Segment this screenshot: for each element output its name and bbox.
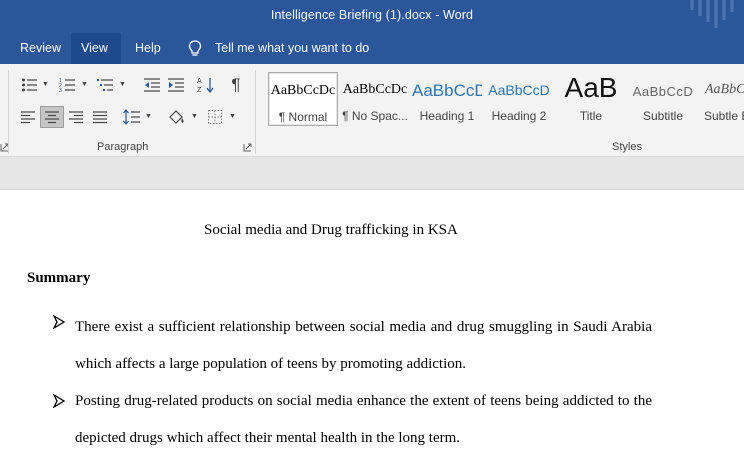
paragraph-dialog-launcher-icon[interactable] [243, 143, 252, 152]
align-center-icon [45, 111, 59, 124]
style-title[interactable]: AaB Title [556, 72, 626, 126]
increase-indent-icon [168, 78, 184, 92]
style-subtitle[interactable]: AaBbCcD Subtitle [628, 72, 698, 126]
increase-indent-button[interactable] [164, 74, 188, 96]
svg-text:A: A [197, 78, 202, 85]
multilevel-dropdown-icon[interactable]: ▼ [119, 81, 126, 88]
window-title: Intelligence Briefing (1).docx - Word [270, 8, 474, 22]
bullets-button[interactable] [18, 74, 42, 96]
svg-text:Z: Z [197, 87, 202, 94]
shading-button[interactable] [165, 106, 189, 128]
style-label: Title [579, 109, 603, 123]
style-label: Heading 2 [491, 109, 547, 123]
show-formatting-button[interactable]: ¶ [224, 74, 248, 96]
lightbulb-icon [188, 40, 202, 56]
style-sample: AaBbCcD [632, 84, 694, 99]
ribbon: ▼ 123 ▼ ▼ AZ ¶ ▼ ▼ ▼ Paragraph AaBbCcDc … [0, 64, 744, 157]
tell-me-text: Tell me what you want to do [215, 41, 370, 55]
borders-dropdown-icon[interactable]: ▼ [229, 113, 236, 120]
paragraph-group-label: Paragraph [97, 141, 149, 153]
shading-icon [169, 110, 184, 124]
style-sample: AaBbCcD [412, 81, 482, 100]
style-label: ¶ Normal [278, 110, 328, 124]
group-separator [8, 70, 9, 154]
multilevel-list-button[interactable] [94, 74, 118, 96]
justify-button[interactable] [88, 106, 112, 128]
list-item: Posting drug-related products on social … [75, 393, 652, 446]
title-bar-decoration [690, 0, 734, 28]
decrease-indent-button[interactable] [140, 74, 164, 96]
bullet-arrow-icon [52, 314, 66, 334]
style-heading-1[interactable]: AaBbCcD Heading 1 [412, 72, 482, 126]
style-sample: AaBbCcDc [342, 82, 408, 97]
style-label: ¶ No Spac... [342, 109, 408, 123]
ruler-area [0, 157, 744, 190]
align-right-button[interactable] [64, 106, 88, 128]
align-left-button[interactable] [16, 106, 40, 128]
pilcrow-icon: ¶ [231, 75, 241, 94]
style-normal[interactable]: AaBbCcDc ¶ Normal [268, 72, 338, 126]
numbering-icon: 123 [59, 78, 75, 93]
justify-icon [93, 111, 107, 124]
sort-button[interactable]: AZ [194, 74, 218, 96]
group-separator [255, 70, 256, 154]
style-label: Subtle E [704, 109, 744, 123]
line-spacing-icon [123, 109, 140, 125]
numbering-button[interactable]: 123 [56, 74, 80, 96]
tab-review[interactable]: Review [10, 33, 71, 64]
borders-icon [208, 110, 222, 124]
ribbon-tabs: Review View Help Tell me what you want t… [0, 33, 744, 64]
document-heading: Social media and Drug trafficking in KSA [204, 222, 458, 238]
bullets-icon [22, 78, 37, 92]
styles-group-label: Styles [612, 141, 642, 153]
shading-dropdown-icon[interactable]: ▼ [191, 113, 198, 120]
list-item: There exist a sufficient relationship be… [75, 319, 652, 372]
line-spacing-button[interactable] [120, 106, 144, 128]
style-heading-2[interactable]: AaBbCcD Heading 2 [484, 72, 554, 126]
tab-help[interactable]: Help [125, 33, 171, 64]
sort-icon: AZ [197, 78, 214, 94]
decrease-indent-icon [144, 78, 160, 92]
style-sample: AaB [564, 72, 618, 103]
align-right-icon [69, 111, 83, 124]
align-center-button[interactable] [40, 106, 64, 128]
multilevel-list-icon [97, 79, 113, 91]
summary-heading: Summary [27, 270, 91, 286]
style-no-spacing[interactable]: AaBbCcDc ¶ No Spac... [340, 72, 410, 126]
bullet-arrow-icon [52, 393, 66, 413]
numbering-dropdown-icon[interactable]: ▼ [81, 81, 88, 88]
style-subtle-emphasis[interactable]: AaBbCcI Subtle E [700, 72, 744, 126]
style-label: Heading 1 [419, 109, 475, 123]
document-page[interactable]: Social media and Drug trafficking in KSA… [0, 191, 744, 453]
svg-text:3: 3 [59, 88, 62, 93]
style-label: Subtitle [642, 109, 684, 123]
style-sample: AaBbCcDc [270, 83, 336, 98]
line-spacing-dropdown-icon[interactable]: ▼ [145, 113, 152, 120]
title-bar: Intelligence Briefing (1).docx - Word [0, 0, 744, 33]
bullets-dropdown-icon[interactable]: ▼ [42, 81, 49, 88]
tab-view[interactable]: View [71, 33, 121, 64]
style-sample: AaBbCcD [488, 82, 550, 98]
style-sample: AaBbCcI [705, 82, 744, 97]
borders-button[interactable] [203, 106, 227, 128]
align-left-icon [21, 111, 35, 124]
